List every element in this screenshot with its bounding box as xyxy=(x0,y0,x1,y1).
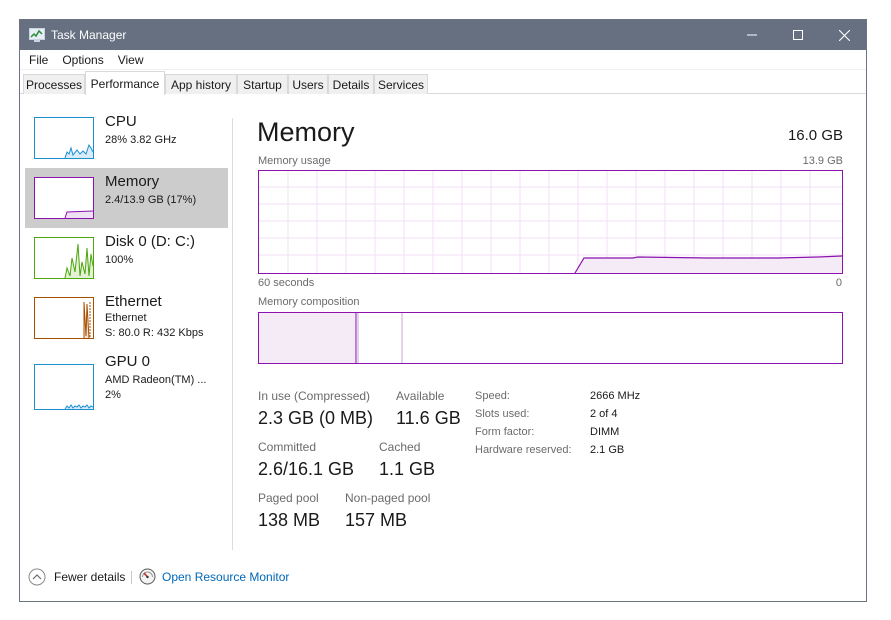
sidebar-memory-detail: 2.4/13.9 GB (17%) xyxy=(105,194,197,206)
paged-pool-value: 138 MB xyxy=(258,510,321,530)
tab-bar: Processes Performance App history Startu… xyxy=(20,70,866,95)
memory-usage-graph xyxy=(258,170,843,274)
tab-services[interactable]: Services xyxy=(374,74,428,94)
memory-thumbnail-graph xyxy=(34,177,94,219)
available-value: 11.6 GB xyxy=(396,408,461,428)
committed-value: 2.6/16.1 GB xyxy=(258,459,355,479)
spec-speed-value: 2666 MHz xyxy=(590,390,641,402)
sidebar-gpu-model: AMD Radeon(TM) ... xyxy=(105,374,207,386)
spec-slots-label: Slots used: xyxy=(475,408,530,420)
sidebar-item-ethernet[interactable]: Ethernet Ethernet S: 80.0 R: 432 Kbps xyxy=(25,288,228,348)
chevron-up-circle-icon xyxy=(28,568,46,586)
title-bar[interactable]: Task Manager xyxy=(20,20,866,50)
close-button[interactable] xyxy=(821,20,866,50)
in-use-value: 2.3 GB (0 MB) xyxy=(258,408,374,428)
in-use-label: In use (Compressed) xyxy=(258,389,371,403)
sidebar-cpu-name: CPU xyxy=(105,113,137,130)
sidebar-ethernet-name: Ethernet xyxy=(105,293,162,310)
open-resource-monitor-label: Open Resource Monitor xyxy=(162,569,290,584)
fewer-details-button[interactable]: Fewer details xyxy=(28,568,125,586)
spec-form-factor-label: Form factor: xyxy=(475,426,535,438)
minimize-icon xyxy=(747,34,757,36)
spec-hardware-reserved-label: Hardware reserved: xyxy=(475,444,572,456)
spec-speed-label: Speed: xyxy=(475,390,510,402)
ethernet-thumbnail-graph xyxy=(34,297,94,339)
axis-left-label: 60 seconds xyxy=(258,277,315,289)
cached-value: 1.1 GB xyxy=(379,459,436,479)
task-manager-icon xyxy=(29,28,45,42)
memory-usage-label: Memory usage xyxy=(258,155,331,167)
menu-bar: File Options View xyxy=(20,50,866,70)
committed-label: Committed xyxy=(258,440,317,454)
footer-bar: Fewer details Open Resource Monitor xyxy=(20,550,866,601)
available-label: Available xyxy=(396,389,445,403)
minimize-button[interactable] xyxy=(729,20,775,50)
memory-composition-label: Memory composition xyxy=(258,296,360,308)
tab-app-history[interactable]: App history xyxy=(165,74,237,94)
menu-view[interactable]: View xyxy=(111,53,151,67)
tab-details[interactable]: Details xyxy=(328,74,374,94)
sidebar-memory-name: Memory xyxy=(105,173,160,190)
non-paged-pool-label: Non-paged pool xyxy=(345,491,431,505)
close-icon xyxy=(838,29,850,41)
cpu-thumbnail-graph xyxy=(34,117,94,159)
total-memory: 16.0 GB xyxy=(787,127,843,144)
fewer-details-label: Fewer details xyxy=(54,570,126,584)
window-title: Task Manager xyxy=(51,28,127,42)
axis-right-label: 0 xyxy=(835,277,842,289)
tab-startup[interactable]: Startup xyxy=(237,74,288,94)
sidebar-gpu-usage: 2% xyxy=(105,389,121,401)
memory-composition-bar xyxy=(258,312,843,364)
memory-usage-max: 13.9 GB xyxy=(802,155,843,167)
performance-sidebar: CPU 28% 3.82 GHz Memory 2.4/13.9 GB (17%… xyxy=(20,95,232,550)
spec-slots-value: 2 of 4 xyxy=(590,408,618,420)
page-title: Memory xyxy=(257,117,355,147)
sidebar-ethernet-throughput: S: 80.0 R: 432 Kbps xyxy=(105,327,204,339)
sidebar-disk-detail: 100% xyxy=(105,254,134,266)
gpu-thumbnail-graph xyxy=(34,364,94,410)
disk-thumbnail-graph xyxy=(34,237,94,279)
tab-performance[interactable]: Performance xyxy=(85,71,165,95)
footer-separator xyxy=(131,571,132,584)
tab-users[interactable]: Users xyxy=(288,74,328,94)
sidebar-cpu-detail: 28% 3.82 GHz xyxy=(105,134,177,146)
spec-hardware-reserved-value: 2.1 GB xyxy=(590,444,625,456)
spec-form-factor-value: DIMM xyxy=(590,426,620,438)
open-resource-monitor-link[interactable]: Open Resource Monitor xyxy=(139,568,289,585)
sidebar-item-cpu[interactable]: CPU 28% 3.82 GHz xyxy=(25,108,228,168)
paged-pool-label: Paged pool xyxy=(258,491,319,505)
sidebar-item-disk[interactable]: Disk 0 (D: C:) 100% xyxy=(25,228,228,288)
resource-monitor-icon xyxy=(139,568,156,585)
sidebar-ethernet-detail: Ethernet xyxy=(105,312,147,324)
menu-file[interactable]: File xyxy=(22,53,55,67)
sidebar-gpu-name: GPU 0 xyxy=(105,353,151,370)
sidebar-item-gpu[interactable]: GPU 0 AMD Radeon(TM) ... 2% xyxy=(25,348,228,410)
tab-processes[interactable]: Processes xyxy=(23,74,85,94)
maximize-icon xyxy=(793,30,803,40)
memory-detail-panel: Memory 16.0 GB Memory usage 13.9 GB 60 s… xyxy=(233,95,866,550)
sidebar-disk-name: Disk 0 (D: C:) xyxy=(105,233,195,250)
cached-label: Cached xyxy=(379,440,421,454)
task-manager-window: Task Manager File Options View Processes… xyxy=(19,19,867,602)
maximize-button[interactable] xyxy=(775,20,821,50)
non-paged-pool-value: 157 MB xyxy=(345,510,408,530)
sidebar-item-memory[interactable]: Memory 2.4/13.9 GB (17%) xyxy=(25,168,228,228)
menu-options[interactable]: Options xyxy=(55,53,110,67)
